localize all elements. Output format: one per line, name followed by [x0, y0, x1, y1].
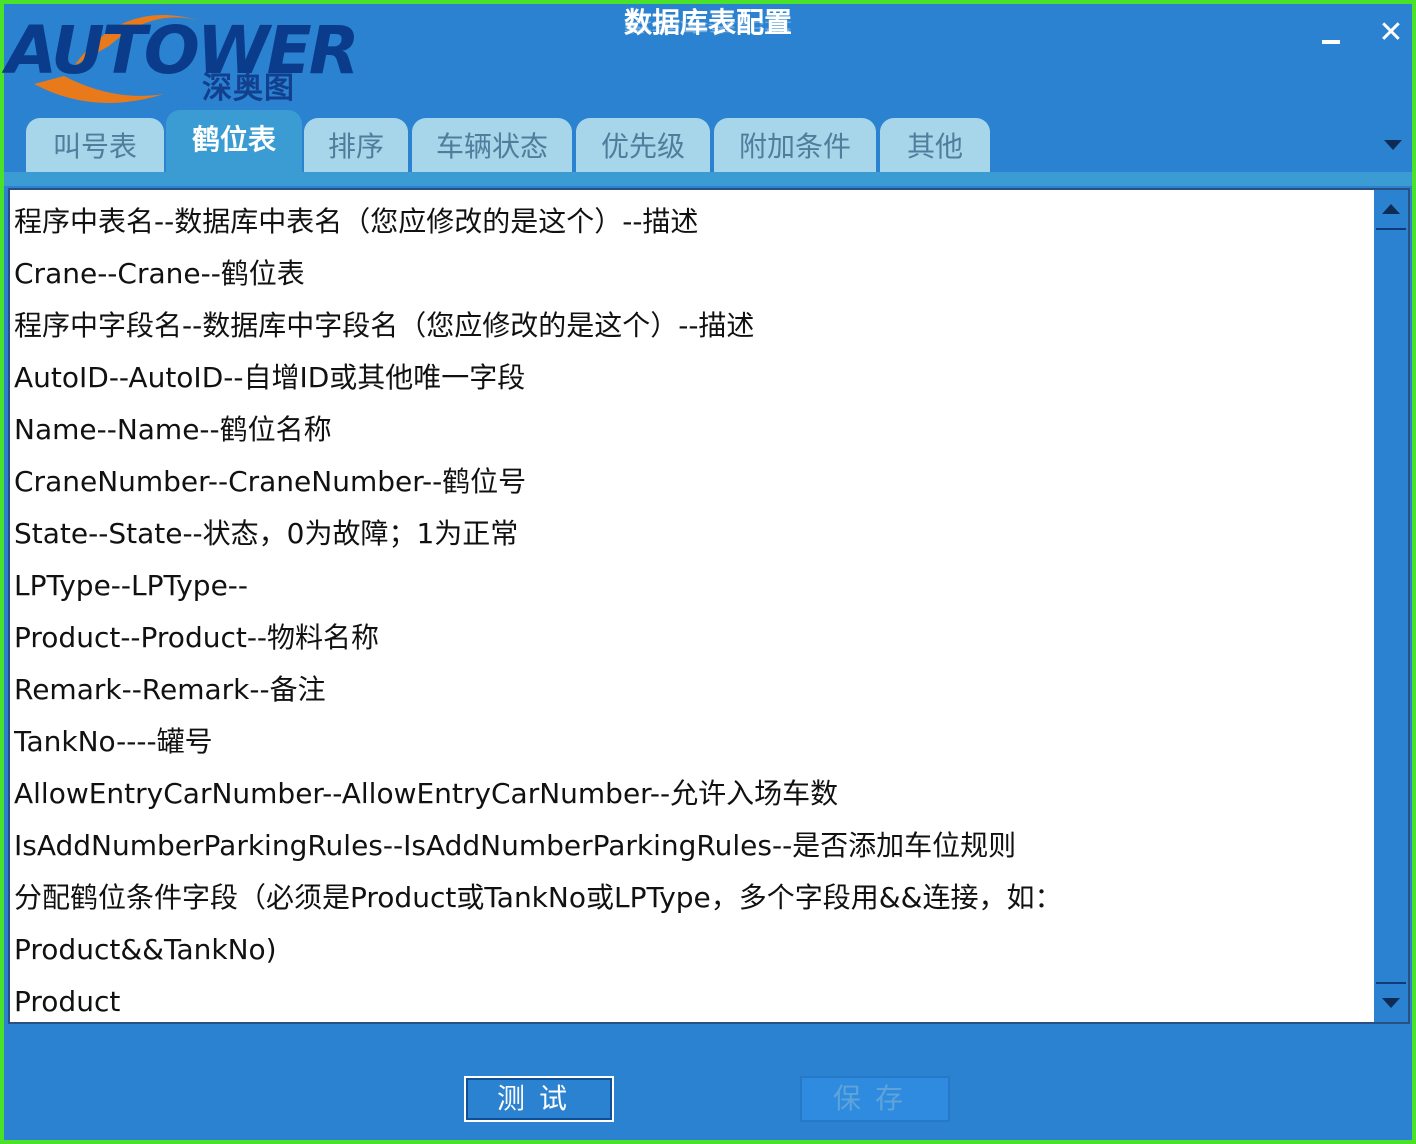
tabs-dropdown-icon[interactable] [1384, 140, 1402, 150]
tab-vehicle-status[interactable]: 车辆状态 [412, 118, 572, 176]
editor-line[interactable]: 分配鹤位条件字段（必须是Product或TankNo或LPType，多个字段用&… [14, 872, 1368, 924]
minimize-button[interactable] [1314, 16, 1348, 50]
editor-line[interactable]: Product&&TankNo) [14, 924, 1368, 976]
editor-line[interactable]: State--State--状态，0为故障；1为正常 [14, 508, 1368, 560]
editor-line[interactable]: AutoID--AutoID--自增ID或其他唯一字段 [14, 352, 1368, 404]
tab-priority[interactable]: 优先级 [576, 118, 710, 176]
tab-label: 鹤位表 [191, 123, 276, 156]
editor-line[interactable]: CraneNumber--CraneNumber--鹤位号 [14, 456, 1368, 508]
editor-line[interactable]: IsAddNumberParkingRules--IsAddNumberPark… [14, 820, 1368, 872]
tab-label: 叫号表 [52, 130, 137, 163]
save-button-label: 保存 [832, 1082, 917, 1115]
tab-crane-table[interactable]: 鹤位表 [166, 110, 302, 176]
editor-line[interactable]: AllowEntryCarNumber--AllowEntryCarNumber… [14, 768, 1368, 820]
tab-call-table[interactable]: 叫号表 [26, 118, 164, 176]
tab-label: 优先级 [600, 130, 685, 163]
tab-label: 其他 [906, 130, 963, 163]
logo-subtitle: 深奥图 [202, 71, 295, 106]
editor-line[interactable]: Name--Name--鹤位名称 [14, 404, 1368, 456]
save-button[interactable]: 保存 [800, 1076, 950, 1122]
test-button-label: 测试 [496, 1082, 581, 1115]
close-icon: ✕ [1378, 15, 1404, 50]
tab-other[interactable]: 其他 [880, 118, 990, 176]
editor-line[interactable]: 程序中表名--数据库中表名（您应修改的是这个）--描述 [14, 196, 1368, 248]
tab-label: 附加条件 [738, 130, 851, 163]
config-window: AUTOWER 深奥图 数据库表配置 数据库表配置 ✕ 叫号表 鹤位表 排序 车… [0, 0, 1416, 1144]
close-button[interactable]: ✕ [1374, 16, 1408, 50]
minimize-icon [1322, 40, 1340, 44]
scroll-up-icon[interactable] [1376, 192, 1406, 226]
editor-line[interactable]: LPType--LPType-- [14, 560, 1368, 612]
tab-label: 排序 [327, 130, 384, 163]
editor-line[interactable]: Crane--Crane--鹤位表 [14, 248, 1368, 300]
tab-strip: 叫号表 鹤位表 排序 车辆状态 优先级 附加条件 其他 [4, 110, 1412, 176]
editor-line[interactable]: TankNo----罐号 [14, 716, 1368, 768]
config-text-editor[interactable]: 程序中表名--数据库中表名（您应修改的是这个）--描述 Crane--Crane… [8, 188, 1410, 1024]
editor-lines: 程序中表名--数据库中表名（您应修改的是这个）--描述 Crane--Crane… [14, 196, 1368, 1028]
tab-label: 车辆状态 [435, 130, 548, 163]
tab-sort[interactable]: 排序 [304, 118, 408, 176]
window-title-reflection: 数据库表配置 [623, 19, 792, 34]
editor-line[interactable]: Product [14, 976, 1368, 1028]
editor-line[interactable]: Remark--Remark--备注 [14, 664, 1368, 716]
vertical-scrollbar[interactable] [1374, 190, 1408, 1022]
test-button[interactable]: 测试 [464, 1076, 614, 1122]
scroll-track[interactable] [1376, 228, 1406, 984]
tab-panel-header [4, 172, 1412, 186]
scroll-down-icon[interactable] [1376, 986, 1406, 1020]
editor-line[interactable]: Product--Product--物料名称 [14, 612, 1368, 664]
tab-extra-conditions[interactable]: 附加条件 [714, 118, 876, 176]
editor-line[interactable]: 程序中字段名--数据库中字段名（您应修改的是这个）--描述 [14, 300, 1368, 352]
